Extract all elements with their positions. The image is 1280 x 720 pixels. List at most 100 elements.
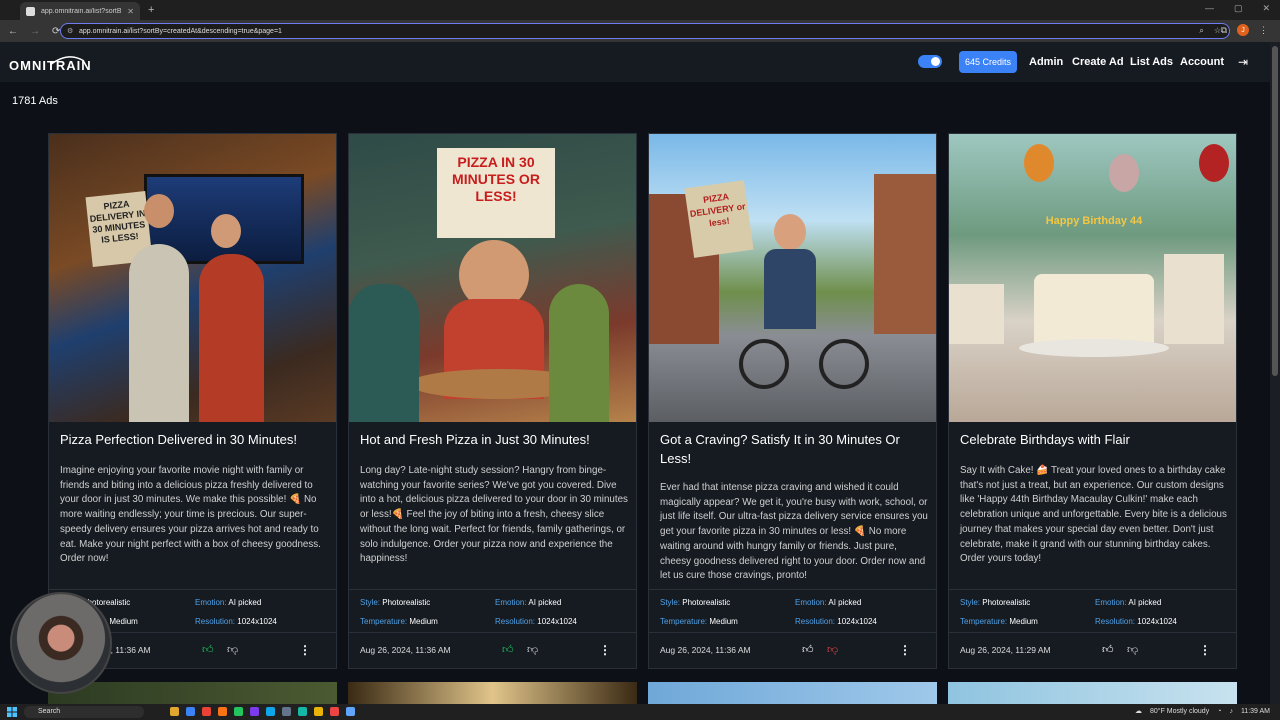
meta-key: Style: — [360, 598, 381, 607]
browser-toolbar: ← → ⟳ ⚙ app.omnitrain.ai/list?sortBy=cre… — [0, 20, 1280, 42]
weather-icon[interactable]: ☁ — [1135, 707, 1142, 715]
thumbs-down-icon[interactable]: 👎︎ — [227, 643, 238, 656]
nav-buttons: ← → ⟳ — [0, 26, 60, 37]
credits-button[interactable]: 645 Credits — [959, 51, 1017, 73]
webcam-overlay — [10, 592, 112, 694]
ad-card[interactable]: Happy Birthday 44 Celebrate Birthdays wi… — [948, 133, 1237, 669]
taskbar-search[interactable]: Search — [24, 706, 144, 718]
ad-image[interactable]: PIZZA DELIVERY IN 30 MINUTES IS LESS! — [49, 134, 336, 422]
more-options-icon[interactable]: ⋮ — [599, 643, 611, 657]
taskbar-clock[interactable]: 11:39 AM — [1241, 708, 1270, 715]
meta-emotion: AI picked — [1128, 598, 1162, 607]
firefox-icon[interactable] — [218, 707, 227, 716]
thumbs-up-icon[interactable]: 👍︎ — [1102, 643, 1114, 656]
meta-key: Resolution: — [795, 617, 836, 626]
ad-description: Say It with Cake! 🍰 Treat your loved one… — [960, 465, 1227, 565]
meta-key: Temperature: — [960, 617, 1008, 626]
thumbs-up-icon[interactable]: 👍︎ — [802, 643, 814, 656]
windows-start-icon[interactable] — [7, 707, 17, 717]
meta-emotion: AI picked — [528, 598, 562, 607]
meta-temperature: Medium — [109, 617, 138, 626]
system-tray: ☁ 80°F Mostly cloudy ◔ ♪ 11:39 AM — [1135, 707, 1270, 716]
vscode-icon[interactable] — [266, 707, 275, 716]
ad-date: Aug 26, 2024, 11:36 AM — [660, 645, 751, 655]
meta-key: Resolution: — [495, 617, 536, 626]
ad-card-partial[interactable] — [48, 682, 337, 704]
ad-description: Ever had that intense pizza craving and … — [660, 482, 928, 582]
back-icon[interactable]: ← — [8, 26, 18, 37]
zoom-icon[interactable]: ⌕ — [1199, 26, 1203, 36]
page-scrollbar[interactable] — [1270, 42, 1280, 704]
ad-card-partial[interactable] — [648, 682, 937, 704]
volume-icon[interactable]: ♪ — [1229, 708, 1233, 715]
meta-temperature: Medium — [1009, 617, 1038, 626]
ad-image[interactable]: PIZZA DELIVERY or less! — [649, 134, 936, 422]
meta-temperature: Medium — [409, 617, 438, 626]
ad-image[interactable]: Happy Birthday 44 — [949, 134, 1236, 422]
meta-resolution: 1024x1024 — [537, 617, 577, 626]
ad-title: Got a Craving? Satisfy It in 30 Minutes … — [660, 432, 900, 466]
close-tab-icon[interactable]: ✕ — [127, 7, 134, 16]
theme-toggle[interactable] — [918, 55, 942, 68]
extensions-icon[interactable]: ⧉ — [1221, 25, 1227, 36]
meta-key: Emotion: — [495, 598, 527, 607]
scrollbar-thumb[interactable] — [1272, 46, 1278, 376]
thumbs-up-icon[interactable]: 👍︎ — [502, 643, 514, 656]
ad-card[interactable]: PIZZA DELIVERY IN 30 MINUTES IS LESS! Pi… — [48, 133, 337, 669]
wifi-icon[interactable]: ◔ — [1217, 708, 1221, 715]
meta-key: Resolution: — [1095, 617, 1136, 626]
app-icon[interactable] — [314, 707, 323, 716]
minimize-icon[interactable]: — — [1205, 3, 1214, 14]
ad-image-sign: PIZZA DELIVERY or less! — [684, 180, 754, 258]
app-icon[interactable] — [298, 707, 307, 716]
spotify-icon[interactable] — [234, 707, 243, 716]
steam-icon[interactable] — [282, 707, 291, 716]
new-tab-icon[interactable]: + — [148, 4, 154, 16]
nav-create-ad[interactable]: Create Ad — [1072, 56, 1124, 68]
ad-card[interactable]: PIZZA DELIVERY or less! Got a Craving? S… — [648, 133, 937, 669]
thumbs-down-icon[interactable]: 👎︎ — [527, 643, 538, 656]
more-options-icon[interactable]: ⋮ — [299, 643, 311, 657]
ad-image-sign: PIZZA IN 30 MINUTES OR LESS! — [437, 148, 555, 238]
app-icon[interactable] — [346, 707, 355, 716]
ad-image-sign: Happy Birthday 44 — [1045, 215, 1143, 227]
meta-key: Emotion: — [1095, 598, 1127, 607]
ad-card-partial[interactable] — [948, 682, 1237, 704]
ad-meta: Style: Photorealistic Emotion: AI picked… — [949, 589, 1236, 633]
discord-icon[interactable] — [250, 707, 259, 716]
more-options-icon[interactable]: ⋮ — [899, 643, 911, 657]
ad-card-partial[interactable] — [348, 682, 637, 704]
address-bar[interactable]: ⚙ app.omnitrain.ai/list?sortBy=createdAt… — [60, 23, 1230, 39]
forward-icon[interactable]: → — [30, 26, 40, 37]
ad-date: Aug 26, 2024, 11:29 AM — [960, 645, 1051, 655]
ad-image[interactable]: PIZZA IN 30 MINUTES OR LESS! — [349, 134, 636, 422]
edge-icon[interactable] — [186, 707, 195, 716]
site-info-icon[interactable]: ⚙ — [67, 27, 73, 35]
meta-style: Photorealistic — [982, 598, 1031, 607]
taskbar-apps — [170, 707, 355, 716]
chrome-icon[interactable] — [202, 707, 211, 716]
ad-title: Hot and Fresh Pizza in Just 30 Minutes! — [360, 432, 590, 447]
maximize-icon[interactable]: ▢ — [1234, 3, 1243, 14]
weather-text[interactable]: 80°F Mostly cloudy — [1150, 708, 1209, 715]
ad-description: Long day? Late-night study session? Hang… — [360, 465, 628, 565]
ad-card[interactable]: PIZZA IN 30 MINUTES OR LESS! Hot and Fre… — [348, 133, 637, 669]
thumbs-down-icon[interactable]: 👎︎ — [1127, 643, 1138, 656]
file-explorer-icon[interactable] — [170, 707, 179, 716]
browser-menu-icon[interactable]: ⋮ — [1259, 25, 1268, 36]
browser-tab[interactable]: app.omnitrain.ai/list?sortBy=cr... ✕ — [20, 2, 140, 20]
thumbs-up-icon[interactable]: 👍︎ — [202, 643, 214, 656]
close-window-icon[interactable]: ✕ — [1262, 3, 1270, 14]
meta-style: Photorealistic — [382, 598, 431, 607]
meta-key: Temperature: — [360, 617, 408, 626]
ads-count: 1781 Ads — [12, 95, 58, 107]
nav-admin[interactable]: Admin — [1029, 56, 1063, 68]
ad-title: Celebrate Birthdays with Flair — [960, 432, 1130, 447]
nav-list-ads[interactable]: List Ads — [1130, 56, 1173, 68]
profile-avatar[interactable]: J — [1237, 24, 1249, 36]
thumbs-down-icon[interactable]: 👎︎ — [827, 643, 838, 656]
app-icon[interactable] — [330, 707, 339, 716]
nav-account[interactable]: Account — [1180, 56, 1224, 68]
more-options-icon[interactable]: ⋮ — [1199, 643, 1211, 657]
logout-icon[interactable]: ⇥ — [1238, 55, 1248, 69]
